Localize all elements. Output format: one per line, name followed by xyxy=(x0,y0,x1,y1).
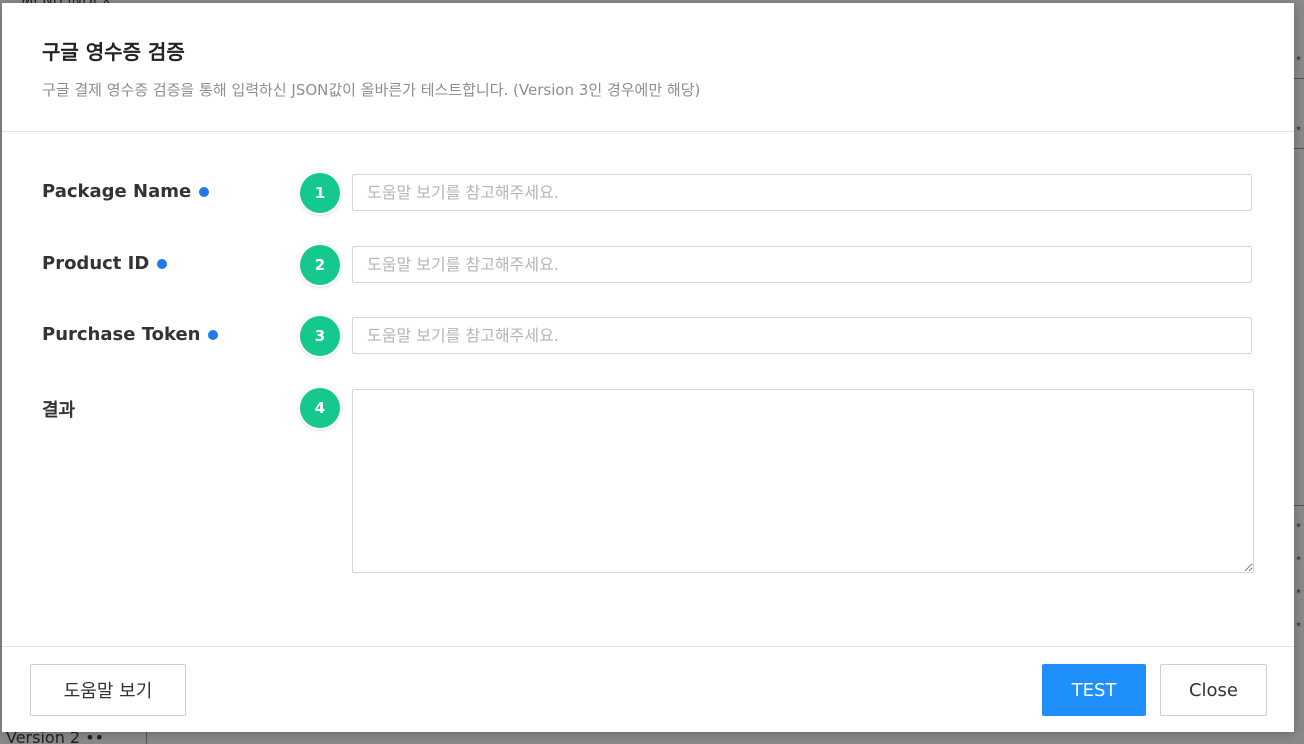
required-indicator-icon xyxy=(199,186,210,197)
package-name-input[interactable] xyxy=(352,174,1252,211)
required-indicator-icon xyxy=(157,258,168,269)
test-button[interactable]: TEST xyxy=(1042,664,1146,716)
background-row-line xyxy=(1294,78,1304,79)
background-marker: * xyxy=(1296,125,1301,136)
help-button[interactable]: 도움말 보기 xyxy=(30,664,186,716)
result-textarea[interactable] xyxy=(352,389,1254,573)
purchase-token-row: Purchase Token 3 xyxy=(2,316,1294,356)
modal-description: 구글 결제 영수증 검증을 통해 입력하신 JSON값이 올바른가 테스트합니다… xyxy=(42,81,701,99)
purchase-token-input[interactable] xyxy=(352,317,1252,354)
package-name-label-text: Package Name xyxy=(42,181,192,202)
step-badge-1: 1 xyxy=(300,173,340,213)
background-marker: * xyxy=(1296,588,1301,599)
modal-title: 구글 영수증 검증 xyxy=(42,40,185,64)
product-id-input[interactable] xyxy=(352,246,1252,283)
background-row-line xyxy=(1294,505,1304,506)
google-receipt-validation-modal: 구글 영수증 검증 구글 결제 영수증 검증을 통해 입력하신 JSON값이 올… xyxy=(2,3,1294,732)
background-marker: * xyxy=(1296,621,1301,632)
step-badge-4: 4 xyxy=(300,388,340,428)
purchase-token-label: Purchase Token xyxy=(42,324,219,345)
package-name-row: Package Name 1 xyxy=(2,173,1294,213)
modal-header: 구글 영수증 검증 구글 결제 영수증 검증을 통해 입력하신 JSON값이 올… xyxy=(2,3,1294,132)
background-marker: * xyxy=(1296,55,1301,66)
background-right-column: * * * * * * xyxy=(1294,0,1304,744)
required-indicator-icon xyxy=(208,329,219,340)
product-id-row: Product ID 2 xyxy=(2,245,1294,285)
result-label: 결과 xyxy=(42,400,76,421)
purchase-token-label-text: Purchase Token xyxy=(42,324,201,345)
product-id-label: Product ID xyxy=(42,253,168,274)
background-marker: * xyxy=(1296,522,1301,533)
package-name-label: Package Name xyxy=(42,181,210,202)
step-badge-2: 2 xyxy=(300,245,340,285)
background-row-line xyxy=(1294,148,1304,149)
modal-footer: 도움말 보기 TEST Close xyxy=(2,646,1294,733)
background-divider xyxy=(146,732,147,744)
step-badge-3: 3 xyxy=(300,316,340,356)
background-marker: * xyxy=(1296,555,1301,566)
product-id-label-text: Product ID xyxy=(42,253,150,274)
close-button[interactable]: Close xyxy=(1160,664,1267,716)
